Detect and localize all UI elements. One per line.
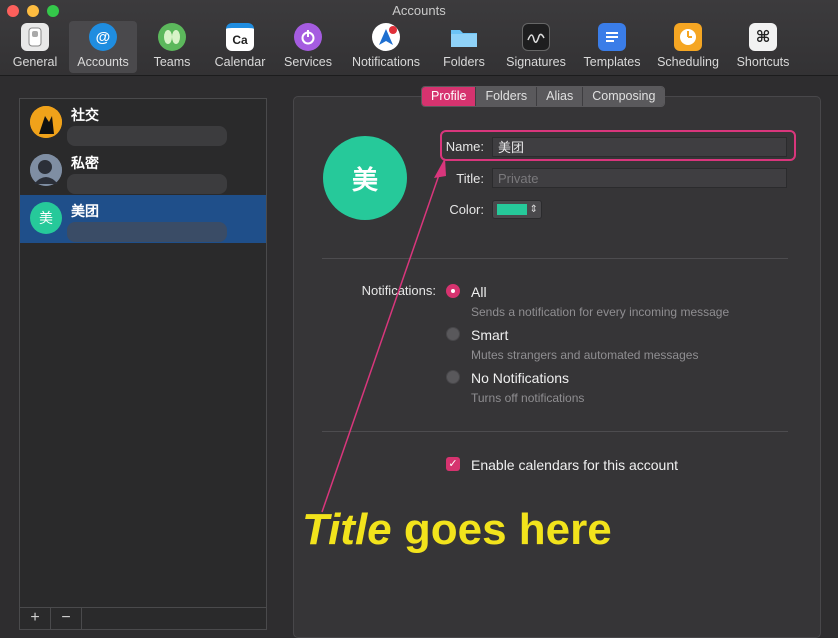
- toolbar-general[interactable]: General: [8, 21, 62, 73]
- account-name: 私密: [71, 155, 99, 171]
- toolbar-label: Teams: [153, 55, 191, 69]
- folder-icon: [450, 23, 478, 51]
- toolbar-label: Scheduling: [657, 55, 719, 69]
- toolbar-folders[interactable]: Folders: [436, 21, 492, 73]
- radio-no-notifications[interactable]: [446, 370, 460, 384]
- enable-calendars-checkbox[interactable]: ✓: [446, 457, 460, 471]
- title-label: Title:: [456, 171, 484, 186]
- toolbar-accounts[interactable]: @ Accounts: [69, 21, 137, 73]
- toolbar-scheduling[interactable]: Scheduling: [654, 21, 722, 73]
- toolbar-label: Templates: [583, 55, 641, 69]
- color-label: Color:: [449, 202, 484, 217]
- toolbar-label: Folders: [443, 55, 485, 69]
- tab-profile[interactable]: Profile: [422, 87, 477, 106]
- toolbar-shortcuts[interactable]: ⌘ Shortcuts: [732, 21, 794, 73]
- account-item[interactable]: 社交: [20, 99, 266, 147]
- toolbar-signatures[interactable]: Signatures: [502, 21, 570, 73]
- toolbar-label: Accounts: [77, 55, 129, 69]
- remove-account-button[interactable]: −: [51, 608, 82, 629]
- toolbar-services[interactable]: Services: [280, 21, 336, 73]
- redacted-email: [67, 126, 227, 146]
- account-name: 美团: [71, 203, 99, 219]
- toolbar-label: Calendar: [214, 55, 266, 69]
- option-smart-title: Smart: [471, 327, 509, 343]
- notifications-label: Notifications:: [361, 283, 436, 298]
- accounts-list: 社交 私密 美 美团 + −: [19, 98, 267, 630]
- toolbar-label: Shortcuts: [736, 55, 790, 69]
- command-icon: ⌘: [749, 23, 777, 51]
- templates-icon: [598, 23, 626, 51]
- color-picker[interactable]: ⇕: [492, 200, 542, 219]
- tab-composing[interactable]: Composing: [583, 87, 665, 106]
- title-bar: Accounts General @ Accounts Teams Ca Cal…: [0, 0, 838, 76]
- color-swatch: [497, 204, 527, 215]
- annotation-caption: Title goes here: [302, 505, 612, 555]
- calendar-icon: Ca: [226, 23, 254, 51]
- window-title: Accounts: [392, 3, 446, 18]
- at-sign-icon: @: [89, 23, 117, 51]
- toolbar-label: Signatures: [506, 55, 566, 69]
- avatar: [30, 106, 62, 138]
- account-item[interactable]: 私密: [20, 147, 266, 195]
- toolbar-calendar[interactable]: Ca Calendar: [210, 21, 270, 73]
- option-none-desc: Turns off notifications: [471, 391, 585, 405]
- clock-icon: [674, 23, 702, 51]
- option-all-title: All: [471, 284, 487, 300]
- tab-alias[interactable]: Alias: [537, 87, 584, 106]
- notifications-icon: [372, 23, 400, 51]
- option-all-desc: Sends a notification for every incoming …: [471, 305, 730, 319]
- profile-avatar[interactable]: 美: [323, 136, 407, 220]
- list-footer: + −: [20, 607, 266, 629]
- toolbar-notifications[interactable]: Notifications: [346, 21, 426, 73]
- account-name: 社交: [71, 107, 99, 123]
- annotation-rest: goes here: [391, 505, 612, 554]
- avatar: [30, 154, 62, 186]
- name-label: Name:: [445, 139, 484, 154]
- add-account-button[interactable]: +: [20, 608, 51, 629]
- redacted-email: [67, 222, 227, 242]
- settings-tabs: Profile Folders Alias Composing: [421, 86, 666, 107]
- divider: [322, 258, 788, 259]
- radio-all[interactable]: [446, 284, 460, 298]
- signature-icon: [522, 23, 550, 51]
- teams-icon: [158, 23, 186, 51]
- toolbar-templates[interactable]: Templates: [580, 21, 644, 73]
- redacted-email: [67, 174, 227, 194]
- annotation-emphasis: Title: [302, 505, 392, 554]
- chevron-updown-icon: ⇕: [529, 204, 538, 215]
- avatar: 美: [30, 202, 62, 234]
- title-field[interactable]: Private: [492, 168, 787, 188]
- radio-smart[interactable]: [446, 327, 460, 341]
- account-item-selected[interactable]: 美 美团: [20, 195, 266, 243]
- power-icon: [294, 23, 322, 51]
- toolbar-label: Services: [284, 55, 332, 69]
- toolbar-label: Notifications: [351, 55, 421, 69]
- toolbar-teams[interactable]: Teams: [145, 21, 199, 73]
- name-field[interactable]: 美团: [492, 137, 787, 157]
- tab-folders[interactable]: Folders: [476, 87, 538, 106]
- option-none-title: No Notifications: [471, 370, 570, 386]
- general-switch-icon: [21, 23, 49, 51]
- divider: [322, 431, 788, 432]
- enable-calendars-label: Enable calendars for this account: [471, 457, 679, 473]
- option-smart-desc: Mutes strangers and automated messages: [471, 348, 699, 362]
- toolbar-label: General: [12, 55, 58, 69]
